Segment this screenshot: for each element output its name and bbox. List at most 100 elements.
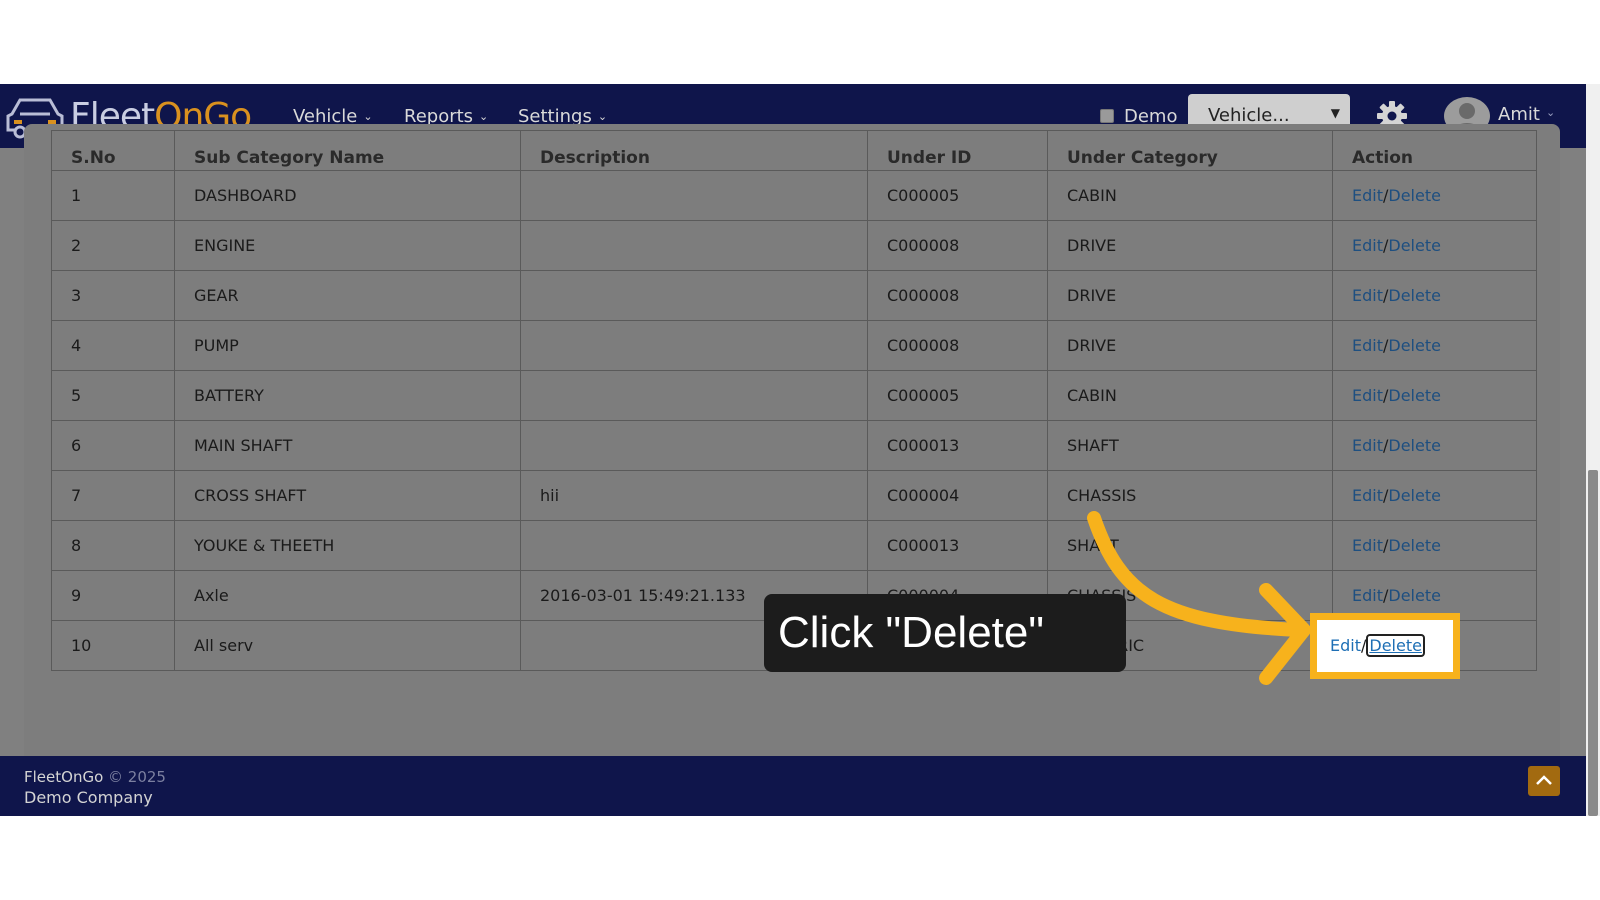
chevron-down-icon[interactable]: ⌄ [1546, 106, 1555, 119]
table-row: 1 DASHBOARD C000005 CABIN Edit/Delete [51, 170, 1537, 221]
cell-action: Edit/Delete [1332, 320, 1537, 371]
edit-link[interactable]: Edit [1352, 336, 1383, 355]
cell-under-category: SHAFT [1047, 520, 1333, 571]
header-under-category[interactable]: Under Category [1047, 130, 1333, 171]
cell-sno: 8 [51, 520, 175, 571]
delete-link[interactable]: Delete [1388, 336, 1441, 355]
cell-under-id: C000013 [867, 420, 1048, 471]
cell-under-category: CABIN [1047, 170, 1333, 221]
user-name[interactable]: Amit [1498, 104, 1540, 125]
cell-action: Edit/Delete [1332, 270, 1537, 321]
page-scrollbar[interactable] [1586, 84, 1600, 816]
table-row: 3 GEAR C000008 DRIVE Edit/Delete [51, 270, 1537, 321]
cell-sno: 6 [51, 420, 175, 471]
table-row: 7 CROSS SHAFT hii C000004 CHASSIS Edit/Delete [51, 470, 1537, 521]
header-description[interactable]: Description [520, 130, 868, 171]
cell-action: Edit/Delete [1332, 220, 1537, 271]
cell-sub-category-name: DASHBOARD [174, 170, 521, 221]
edit-link[interactable]: Edit [1352, 386, 1383, 405]
cell-sno: 5 [51, 370, 175, 421]
cell-description [520, 270, 868, 321]
arrow-up-icon [1536, 775, 1552, 785]
cell-sub-category-name: BATTERY [174, 370, 521, 421]
cell-sub-category-name: MAIN SHAFT [174, 420, 521, 471]
table-row: 5 BATTERY C000005 CABIN Edit/Delete [51, 370, 1537, 421]
cell-description [520, 420, 868, 471]
cell-sub-category-name: Axle [174, 570, 521, 621]
cell-under-id: C000005 [867, 170, 1048, 221]
edit-link[interactable]: Edit [1352, 486, 1383, 505]
demo-checkbox[interactable] [1100, 109, 1114, 123]
header-sno[interactable]: S.No [51, 130, 175, 171]
chevron-down-icon: ▼ [1330, 106, 1340, 120]
table-row: 8 YOUKE & THEETH C000013 SHAFT Edit/Delete [51, 520, 1537, 571]
cell-action: Edit/Delete [1332, 470, 1537, 521]
table-row: 6 MAIN SHAFT C000013 SHAFT Edit/Delete [51, 420, 1537, 471]
edit-link[interactable]: Edit [1352, 586, 1383, 605]
edit-link[interactable]: Edit [1330, 636, 1361, 655]
header-action: Action [1332, 130, 1537, 171]
table-row: 2 ENGINE C000008 DRIVE Edit/Delete [51, 220, 1537, 271]
cell-under-id: C000008 [867, 320, 1048, 371]
table-row: 4 PUMP C000008 DRIVE Edit/Delete [51, 320, 1537, 371]
cell-description [520, 170, 868, 221]
cell-description: hii [520, 470, 868, 521]
delete-link-highlighted[interactable]: Delete [1366, 634, 1425, 657]
delete-link[interactable]: Delete [1388, 186, 1441, 205]
delete-link[interactable]: Delete [1388, 486, 1441, 505]
cell-description [520, 520, 868, 571]
delete-link[interactable]: Delete [1388, 586, 1441, 605]
tooltip-text: Click "Delete" [778, 608, 1044, 657]
edit-link[interactable]: Edit [1352, 286, 1383, 305]
delete-link[interactable]: Delete [1388, 236, 1441, 255]
cell-sno: 1 [51, 170, 175, 221]
edit-link[interactable]: Edit [1352, 436, 1383, 455]
cell-under-category: DRIVE [1047, 320, 1333, 371]
cell-sno: 2 [51, 220, 175, 271]
cell-description [520, 320, 868, 371]
cell-action: Edit/Delete [1332, 370, 1537, 421]
cell-sno: 3 [51, 270, 175, 321]
cell-under-id: C000008 [867, 270, 1048, 321]
chevron-down-icon: ⌄ [363, 109, 373, 123]
edit-link[interactable]: Edit [1352, 236, 1383, 255]
cell-under-id: C000008 [867, 220, 1048, 271]
cell-sno: 4 [51, 320, 175, 371]
edit-link[interactable]: Edit [1352, 536, 1383, 555]
cell-action: Edit/Delete [1332, 170, 1537, 221]
cell-sub-category-name: ENGINE [174, 220, 521, 271]
delete-link[interactable]: Delete [1388, 286, 1441, 305]
cell-sub-category-name: YOUKE & THEETH [174, 520, 521, 571]
header-under-id[interactable]: Under ID [867, 130, 1048, 171]
cell-description [520, 370, 868, 421]
footer-brand-name: FleetOnGo [24, 768, 104, 786]
cell-under-id: C000005 [867, 370, 1048, 421]
cell-under-id: C000004 [867, 470, 1048, 521]
cell-action: Edit/Delete [1332, 420, 1537, 471]
table-header-row: S.No Sub Category Name Description Under… [51, 130, 1537, 171]
footer-copyright: © 2025 [108, 768, 166, 786]
edit-link[interactable]: Edit [1352, 186, 1383, 205]
cell-sub-category-name: PUMP [174, 320, 521, 371]
scroll-to-top-button[interactable] [1528, 766, 1560, 796]
cell-description [520, 220, 868, 271]
footer-company: Demo Company [24, 788, 153, 807]
delete-link[interactable]: Delete [1388, 536, 1441, 555]
cell-sub-category-name: All serv [174, 620, 521, 671]
scrollbar-thumb[interactable] [1588, 470, 1598, 816]
cell-sno: 7 [51, 470, 175, 521]
cell-under-category: CHASSIS [1047, 470, 1333, 521]
footer-brand: FleetOnGo © 2025 [24, 768, 166, 786]
cell-action: Edit/Delete [1332, 520, 1537, 571]
cell-under-category: SHAFT [1047, 420, 1333, 471]
cell-sub-category-name: GEAR [174, 270, 521, 321]
cell-under-category: DRIVE [1047, 220, 1333, 271]
app-frame: FleetOnGo Vehicle ⌄ Reports ⌄ Settings ⌄ De… [0, 84, 1586, 816]
delete-link[interactable]: Delete [1388, 436, 1441, 455]
header-sub-category-name[interactable]: Sub Category Name [174, 130, 521, 171]
cell-under-category: CABIN [1047, 370, 1333, 421]
cell-sno: 10 [51, 620, 175, 671]
chevron-down-icon: ⌄ [479, 109, 489, 123]
delete-link[interactable]: Delete [1388, 386, 1441, 405]
tutorial-tooltip: Click "Delete" [764, 594, 1126, 672]
